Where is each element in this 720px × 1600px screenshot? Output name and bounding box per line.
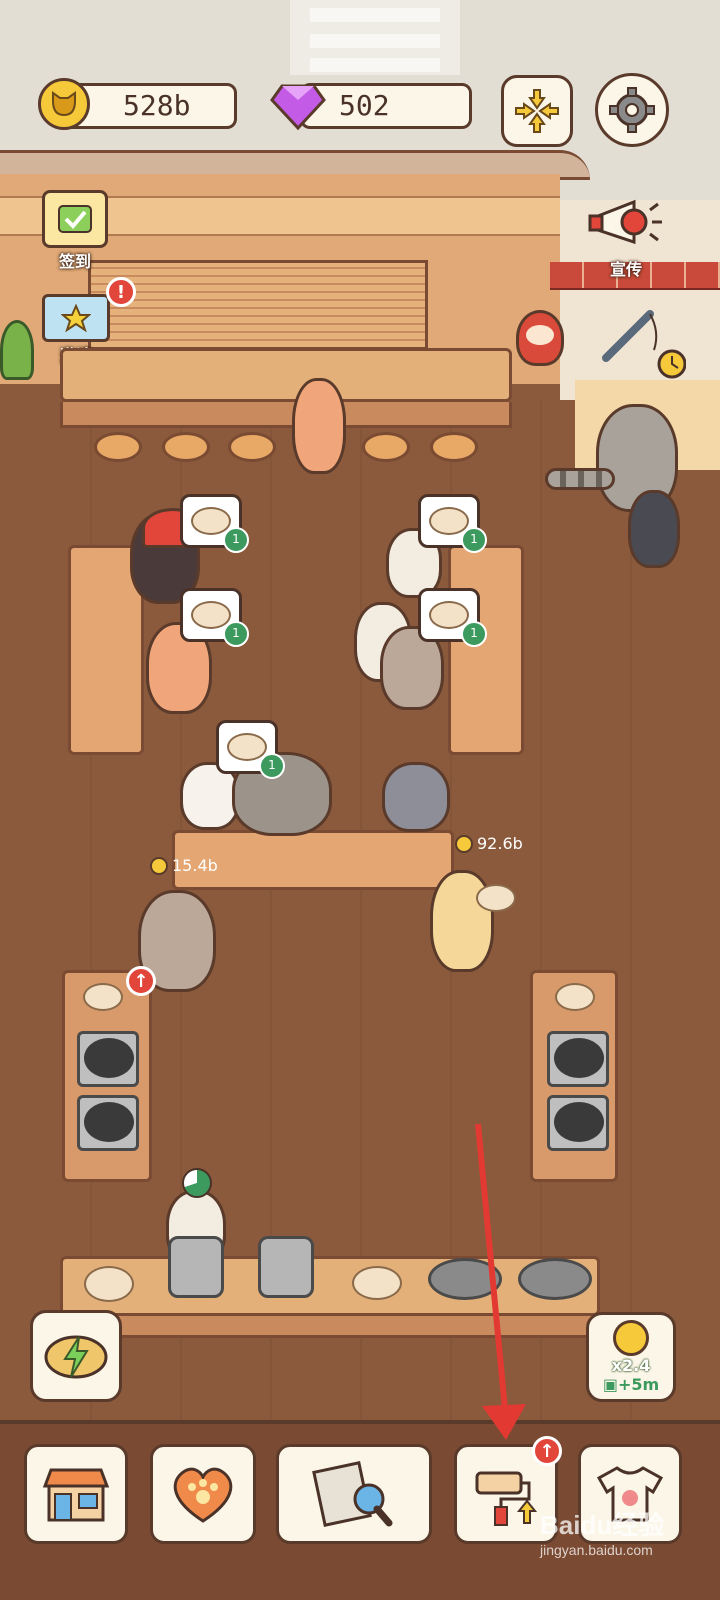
bar-counter-front [60, 402, 512, 428]
orange-cat-at-bar [292, 378, 346, 474]
envelope-star-icon [42, 294, 110, 342]
gem-amount: 502 [339, 89, 390, 122]
order-bubble[interactable]: 1 [418, 588, 487, 647]
gear-icon [609, 87, 655, 133]
tutorial-arrow [475, 1123, 526, 1440]
black-cat-waiter [628, 490, 680, 568]
promo-label: 宣传 [609, 260, 642, 279]
bonus-time: ▣+5m [602, 1375, 660, 1394]
ramen-plate-icon [84, 1266, 134, 1302]
wooden-shutter [88, 260, 428, 350]
earning-left-amount: 15.4b [172, 856, 218, 875]
watermark-url: jingyan.baidu.com [540, 1542, 653, 1558]
bar-stool [94, 432, 142, 462]
heart-paw-icon [173, 1467, 233, 1523]
dumpling-plate-icon [555, 983, 595, 1011]
order-count-badge: 1 [259, 753, 285, 779]
nav-favorites-button[interactable] [150, 1444, 256, 1544]
order-bubble[interactable]: 1 [418, 494, 487, 553]
earning-left[interactable]: 15.4b [150, 856, 218, 875]
ad-multiplier-button[interactable]: x2.4 ▣+5m [586, 1312, 676, 1402]
coin-amount: 528b [123, 89, 191, 122]
burner [547, 1095, 609, 1151]
settings-button[interactable] [595, 73, 669, 147]
arrows-inward-icon [515, 89, 559, 133]
nav-shop-button[interactable] [24, 1444, 128, 1544]
bar-stool [228, 432, 276, 462]
expand-view-button[interactable] [501, 75, 573, 147]
fishing-rod-item[interactable] [596, 302, 687, 382]
invite-alert-badge: ! [106, 277, 136, 307]
order-bubble[interactable]: 1 [216, 720, 285, 779]
order-count-badge: 1 [461, 621, 487, 647]
gray-cat-tail [545, 468, 615, 490]
frying-pan-icon [84, 1102, 134, 1142]
checkin-label: 签到 [58, 252, 91, 271]
coin-upgrade-icon [613, 1320, 649, 1356]
order-count-badge: 1 [223, 621, 249, 647]
burner [547, 1031, 609, 1087]
bar-stool [430, 432, 478, 462]
purple-gem-icon [270, 80, 326, 132]
order-count-badge: 1 [461, 527, 487, 553]
upgrade-arrow-badge[interactable]: ↑ [126, 966, 156, 996]
baidu-watermark: Baidu经验 jingyan.baidu.com [540, 1505, 664, 1558]
soup-pot[interactable] [168, 1236, 224, 1298]
frying-pan-icon [554, 1102, 604, 1142]
lightning-dish-icon [44, 1335, 108, 1379]
fishing-rod-icon [602, 310, 687, 379]
megaphone-icon [588, 199, 662, 245]
soup-pot[interactable] [258, 1236, 314, 1298]
multiplier-text: x2.4 [611, 1356, 651, 1375]
energy-boost-button[interactable] [30, 1310, 122, 1402]
bar-stool [362, 432, 410, 462]
burner [77, 1031, 139, 1087]
cook-progress-timer [182, 1168, 212, 1198]
order-count-badge: 1 [223, 527, 249, 553]
cat-coin-icon [38, 78, 90, 130]
daruma-doll [516, 310, 564, 366]
order-bubble[interactable]: 1 [180, 494, 249, 553]
checkin-button[interactable]: 签到 [42, 190, 114, 272]
tv-icon: ▣ [602, 1375, 618, 1394]
sushi-plate-icon [352, 1266, 402, 1300]
watermark-brand: Baidu经验 [540, 1510, 665, 1540]
storefront-icon [42, 1468, 110, 1522]
calendar-check-icon [42, 190, 108, 248]
coin-icon [150, 856, 168, 875]
frying-pan-icon [554, 1038, 604, 1078]
ramen-plate-icon [83, 983, 123, 1011]
burner [77, 1095, 139, 1151]
street-crosswalk [290, 0, 460, 75]
earning-right[interactable]: 92.6b [455, 834, 523, 853]
earning-right-amount: 92.6b [477, 834, 523, 853]
newspaper-magnifier-icon [312, 1461, 393, 1527]
left-stove[interactable] [62, 970, 152, 1182]
coin-icon [455, 834, 473, 853]
frying-pan-icon [84, 1038, 134, 1078]
bar-stool [162, 432, 210, 462]
potted-plant [0, 320, 40, 410]
order-bubble[interactable]: 1 [180, 588, 249, 647]
gray-cat-customer [382, 762, 450, 832]
nav-news-button[interactable] [276, 1444, 432, 1544]
bar-counter [60, 348, 512, 402]
promo-button[interactable]: 宣传 [588, 196, 668, 279]
carried-ramen-dish [476, 884, 516, 912]
paint-roller-icon [475, 1471, 538, 1526]
right-table [448, 545, 524, 755]
